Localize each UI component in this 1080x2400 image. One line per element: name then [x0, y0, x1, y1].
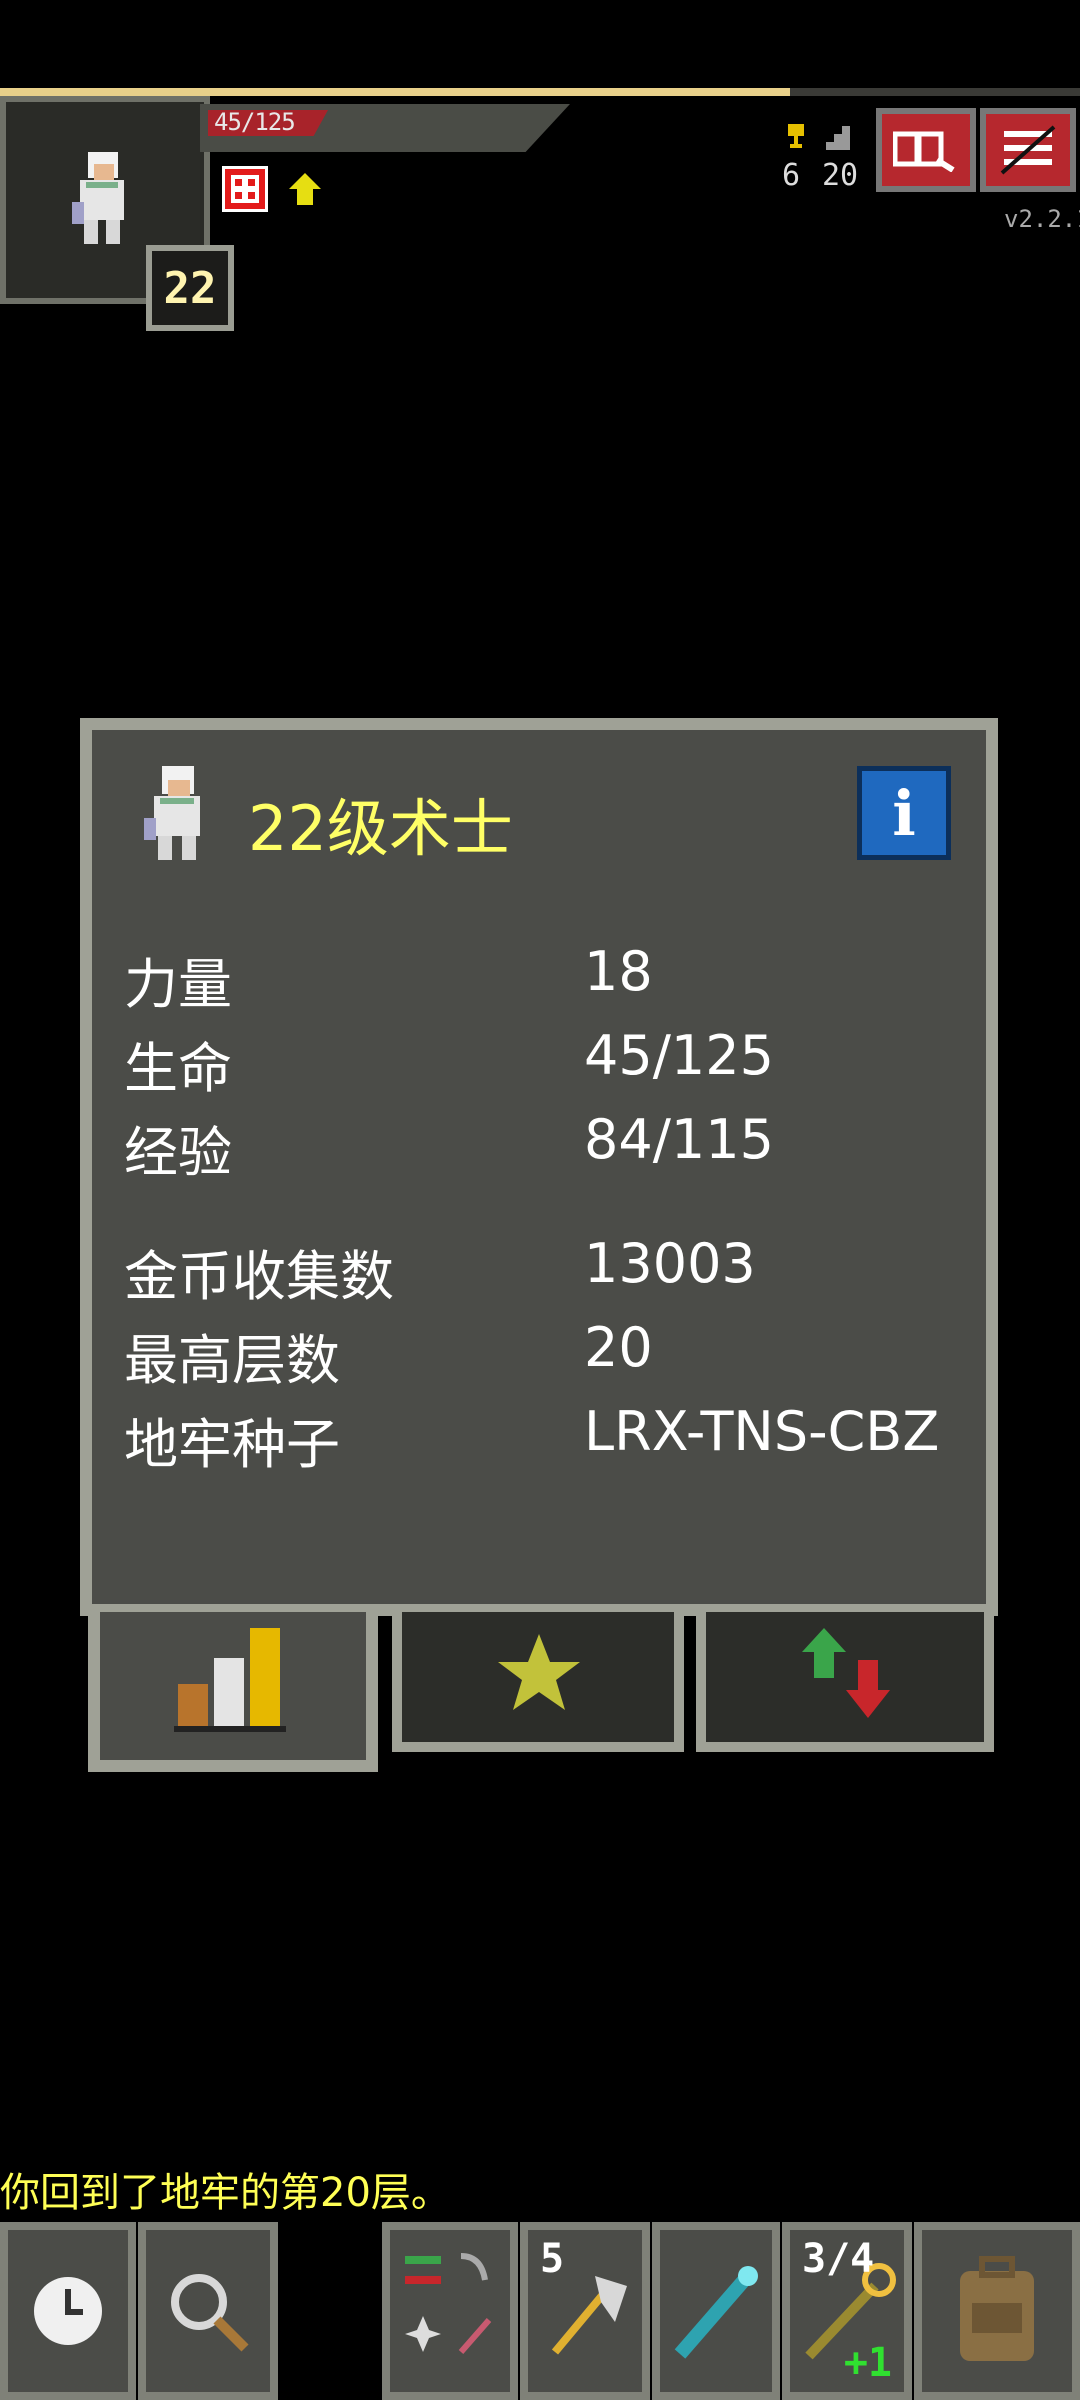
game-log-message: 你回到了地牢的第20层。 — [0, 2170, 451, 2216]
stat-value-seed: LRX-TNS-CBZ — [584, 1400, 940, 1463]
buff-icon[interactable] — [222, 166, 268, 212]
search-button[interactable] — [138, 2222, 278, 2400]
menu-icon — [1000, 125, 1056, 175]
hero-title: 22级术士 — [248, 792, 513, 865]
stairs-icon — [826, 126, 850, 150]
stat-value-gold: 13003 — [584, 1232, 756, 1295]
stat-value-exp: 84/115 — [584, 1108, 774, 1171]
quickslot-3-upgrade: +1 — [843, 2340, 892, 2386]
tab-badges[interactable] — [392, 1612, 684, 1752]
info-icon: i — [892, 776, 916, 850]
quickslot-3-charges: 3/4 — [802, 2236, 875, 2282]
quickslot-2[interactable] — [652, 2222, 780, 2400]
tab-challenges[interactable] — [696, 1612, 994, 1752]
stat-value-strength: 18 — [584, 940, 653, 1003]
stat-label-strength: 力量 — [124, 953, 232, 1016]
stats-chart-icon — [174, 1628, 286, 1732]
clock-icon — [34, 2277, 102, 2345]
quickslot-1[interactable]: 5 — [520, 2222, 650, 2400]
hero-portrait-icon — [72, 152, 124, 244]
stat-label-hp: 生命 — [124, 1037, 232, 1100]
quickslot-1-count: 5 — [540, 2236, 565, 2282]
menu-button[interactable] — [980, 108, 1076, 192]
search-icon — [171, 2274, 249, 2352]
backpack-button[interactable] — [914, 2222, 1080, 2400]
info-button[interactable]: i — [857, 766, 951, 860]
hero-level-badge: 22 — [146, 245, 234, 331]
wait-button[interactable] — [0, 2222, 136, 2400]
buff-arrow-icon[interactable] — [282, 166, 328, 212]
journal-icon — [893, 131, 955, 172]
quickslot-swap-button[interactable] — [382, 2222, 518, 2400]
swap-arrows-icon — [405, 2253, 492, 2354]
stat-label-seed: 地牢种子 — [124, 1413, 340, 1476]
top-counters: 6 20 — [770, 120, 870, 193]
star-icon — [498, 1634, 580, 1710]
trophy-icon — [788, 124, 804, 148]
tab-stats[interactable] — [88, 1612, 378, 1772]
stat-label-exp: 经验 — [124, 1121, 232, 1184]
stat-label-gold: 金币收集数 — [124, 1245, 394, 1308]
stat-label-max-depth: 最高层数 — [124, 1329, 340, 1392]
experience-bar-empty — [790, 88, 1080, 96]
experience-bar — [0, 88, 790, 96]
journal-button[interactable] — [876, 108, 976, 192]
depth-count: 20 — [822, 158, 859, 193]
up-down-arrows-icon — [802, 1628, 890, 1718]
wand-icon — [674, 2266, 758, 2359]
hp-text: 45/125 — [214, 108, 296, 136]
backpack-icon — [960, 2256, 1034, 2361]
version-label: v2.2.1 — [1004, 205, 1080, 233]
stat-value-hp: 45/125 — [584, 1024, 774, 1087]
stat-value-max-depth: 20 — [584, 1316, 653, 1379]
hero-class-icon — [144, 766, 200, 860]
quickslot-3[interactable]: 3/4 +1 — [782, 2222, 912, 2400]
challenges-count: 6 — [782, 158, 801, 193]
